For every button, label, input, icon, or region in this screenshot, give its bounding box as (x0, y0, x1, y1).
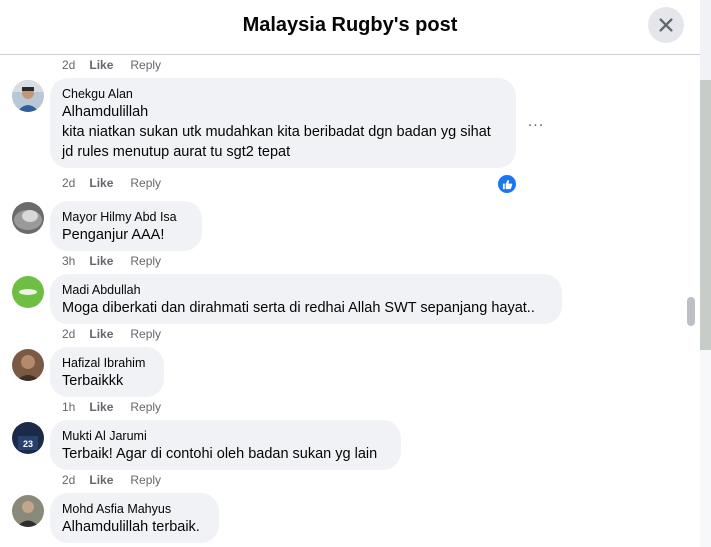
background-image-fragment (700, 80, 711, 350)
reply-button[interactable]: Reply (130, 58, 161, 72)
like-button[interactable]: Like (89, 400, 113, 414)
comment-text-line: Terbaikkk (62, 373, 124, 389)
reply-button[interactable]: Reply (130, 176, 161, 190)
reply-button[interactable]: Reply (130, 400, 161, 414)
close-button[interactable] (648, 7, 684, 43)
avatar[interactable] (12, 276, 44, 308)
avatar[interactable] (12, 80, 44, 112)
comment-time[interactable]: 2d (62, 327, 75, 341)
comment-text-line: Moga diberkati dan dirahmati serta di re… (62, 300, 535, 316)
comment-time[interactable]: 2d (62, 473, 75, 487)
like-reaction-icon[interactable] (496, 173, 518, 195)
like-button[interactable]: Like (89, 327, 113, 341)
comment-bubble: Mohd Asfia Mahyus Alhamdulillah terbaik. (50, 493, 219, 543)
comment-bubble: Hafizal Ibrahim Terbaikkk (50, 347, 164, 397)
like-button[interactable]: Like (89, 58, 113, 72)
reply-button[interactable]: Reply (130, 473, 161, 487)
reply-button[interactable]: Reply (130, 254, 161, 268)
avatar[interactable]: 23 (12, 422, 44, 454)
like-button[interactable]: Like (89, 254, 113, 268)
scrollbar-thumb[interactable] (687, 297, 695, 326)
reply-button[interactable]: Reply (130, 327, 161, 341)
like-button[interactable]: Like (89, 176, 113, 190)
comment-text-line: Alhamdulillah terbaik. (62, 519, 200, 535)
comment-bubble: Chekgu Alan Alhamdulillah kita niatkan s… (50, 78, 516, 168)
comment-bubble: Madi Abdullah Moga diberkati dan dirahma… (50, 274, 562, 324)
commenter-name[interactable]: Hafizal Ibrahim (62, 355, 152, 371)
dialog-header: Malaysia Rugby's post (0, 0, 700, 55)
background-page-strip (700, 0, 711, 547)
comment-meta: 2d Like Reply (62, 327, 161, 341)
avatar[interactable] (12, 202, 44, 234)
comment-text-line: jd rules menutup aurat tu sgt2 tepat (62, 144, 291, 160)
comment-meta: 2d Like Reply (62, 176, 161, 190)
comment-meta-top: 2d Like Reply (62, 58, 161, 72)
avatar[interactable] (12, 495, 44, 527)
commenter-name[interactable]: Madi Abdullah (62, 282, 550, 298)
comment-time[interactable]: 2d (62, 58, 75, 72)
comment-bubble: Mukti Al Jarumi Terbaik! Agar di contohi… (50, 420, 401, 470)
more-options-button[interactable]: ... (524, 112, 548, 132)
comment-text-line: Terbaik! Agar di contohi oleh badan suka… (62, 446, 378, 462)
comment-bubble: Mayor Hilmy Abd Isa Penganjur AAA! (50, 201, 202, 251)
svg-text:23: 23 (23, 439, 33, 449)
close-icon (659, 18, 673, 32)
avatar[interactable] (12, 349, 44, 381)
commenter-name[interactable]: Mayor Hilmy Abd Isa (62, 209, 190, 225)
comment-text-line: Penganjur AAA! (62, 227, 165, 243)
comment-meta: 1h Like Reply (62, 400, 161, 414)
comment-meta: 3h Like Reply (62, 254, 161, 268)
commenter-name[interactable]: Chekgu Alan (62, 86, 504, 102)
background-panel-fragment (700, 350, 711, 547)
comment-meta: 2d Like Reply (62, 473, 161, 487)
dialog-title: Malaysia Rugby's post (242, 14, 458, 36)
comment-text-line: kita niatkan sukan utk mudahkan kita ber… (62, 124, 491, 140)
comment-time[interactable]: 3h (62, 254, 75, 268)
commenter-name[interactable]: Mukti Al Jarumi (62, 428, 389, 444)
commenter-name[interactable]: Mohd Asfia Mahyus (62, 501, 207, 517)
comment-text-line: Alhamdulillah (62, 104, 149, 120)
comment-time[interactable]: 1h (62, 400, 75, 414)
comment-time[interactable]: 2d (62, 176, 75, 190)
like-button[interactable]: Like (89, 473, 113, 487)
